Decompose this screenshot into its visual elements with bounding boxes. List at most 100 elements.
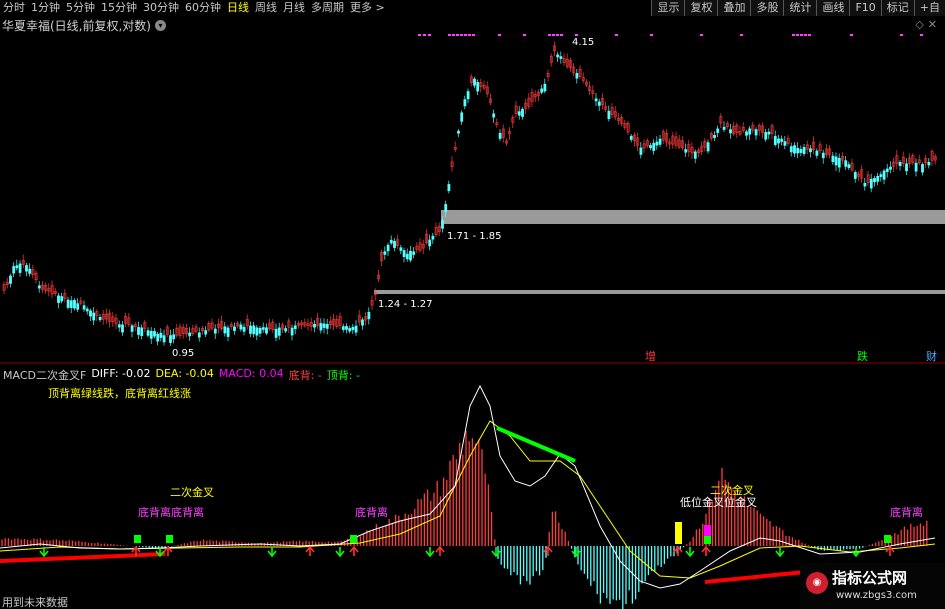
period-tab[interactable]: 更多 >	[347, 0, 388, 16]
signal-block	[134, 535, 141, 543]
candle	[409, 250, 412, 261]
tool-button[interactable]: 标记	[880, 0, 914, 16]
candle	[389, 239, 393, 244]
signal-dot	[700, 34, 703, 36]
candle	[821, 152, 825, 159]
candle	[28, 268, 32, 274]
diff-line	[0, 384, 936, 589]
tag-die[interactable]: 跌	[857, 349, 868, 363]
tag-cai[interactable]: 财	[926, 349, 937, 363]
period-tab[interactable]: 15分钟	[98, 0, 140, 16]
signal-dot	[792, 34, 795, 36]
window-controls[interactable]: ◇✕	[915, 18, 941, 31]
candlestick-series	[2, 41, 937, 346]
candle	[754, 129, 758, 136]
tool-button[interactable]: 多股	[750, 0, 784, 16]
candle	[341, 326, 345, 330]
signal-dot	[498, 34, 501, 36]
label-second-cross: 二次金叉	[710, 483, 754, 497]
tool-button[interactable]: 显示	[651, 0, 685, 16]
tool-button[interactable]: +自	[913, 0, 945, 16]
candle	[783, 141, 787, 146]
price-chart[interactable]: 4.15 0.95 1.71 - 1.85 1.24 - 1.27 增 跌 财	[0, 34, 945, 364]
candle	[556, 54, 560, 58]
candle	[447, 184, 451, 192]
tool-button[interactable]: 复权	[684, 0, 718, 16]
signal-dot	[456, 34, 459, 36]
candle	[885, 168, 889, 172]
watermark-url: www.zbgs3.com	[836, 590, 917, 601]
candle	[748, 128, 752, 135]
period-tab[interactable]: 周线	[252, 0, 280, 16]
resistance-zone-upper	[441, 210, 945, 224]
candle	[905, 163, 908, 172]
dingbei-value: 顶背: -	[326, 369, 360, 382]
period-tab[interactable]: 分时	[0, 0, 28, 16]
signal-dot	[556, 34, 559, 36]
site-logo-icon: ◉	[806, 572, 828, 594]
candle	[18, 263, 22, 273]
candle	[226, 327, 230, 337]
tool-button[interactable]: 画线	[816, 0, 850, 16]
signal-dot	[804, 34, 807, 36]
dropdown-icon[interactable]: ▾	[155, 19, 166, 31]
macd-indicator-name[interactable]: MACD二次金叉F	[3, 367, 86, 383]
close-icon[interactable]: ✕	[928, 18, 941, 31]
tool-button[interactable]: 统计	[783, 0, 817, 16]
candle	[873, 178, 876, 183]
signal-dot	[548, 34, 551, 36]
candle	[66, 299, 70, 308]
candle	[85, 308, 89, 312]
candle	[277, 327, 281, 336]
candle	[197, 332, 201, 338]
period-tab[interactable]: 月线	[280, 0, 308, 16]
candle	[521, 108, 524, 117]
period-tab[interactable]: 1分钟	[28, 0, 63, 16]
candle	[213, 328, 217, 334]
candle	[117, 324, 121, 328]
candle	[172, 334, 176, 340]
candle	[607, 110, 611, 119]
divergence-line-green	[496, 426, 576, 463]
signal-dot	[808, 34, 811, 36]
candle	[393, 240, 396, 248]
toolbar: 分时 1分钟 5分钟 15分钟 30分钟 60分钟 日线 周线 月线 多周期 更多 > 显示 复权 叠加…	[0, 0, 945, 16]
signal-block	[884, 535, 891, 543]
period-tab[interactable]: 60分钟	[182, 0, 224, 16]
resistance-zone-lower	[374, 290, 945, 294]
candle	[239, 324, 243, 330]
candle	[322, 323, 326, 328]
period-tab[interactable]: 30分钟	[140, 0, 182, 16]
candle	[153, 331, 156, 337]
signal-dot	[460, 34, 463, 36]
candle	[713, 135, 716, 138]
candle	[242, 326, 246, 332]
candle	[12, 266, 16, 274]
candle	[517, 111, 521, 116]
period-tab[interactable]: 多周期	[308, 0, 347, 16]
candle	[815, 150, 819, 156]
candle	[284, 328, 288, 332]
signal-dot	[800, 34, 803, 36]
candle	[137, 327, 140, 335]
period-tab[interactable]: 日线	[224, 0, 252, 16]
candle	[789, 146, 793, 153]
tag-zeng[interactable]: 增	[645, 349, 656, 363]
candle	[249, 325, 252, 334]
candle	[159, 332, 163, 338]
tool-button[interactable]: 叠加	[717, 0, 751, 16]
tool-button[interactable]: F10	[849, 0, 881, 16]
candle	[73, 300, 76, 309]
candle	[540, 88, 544, 93]
candle	[399, 247, 403, 251]
arrow-up-icon	[543, 545, 553, 556]
candle	[869, 178, 873, 189]
candle	[15, 265, 19, 269]
zone-upper-label: 1.71 - 1.85	[447, 231, 502, 242]
diamond-icon[interactable]: ◇	[915, 18, 927, 31]
period-tab[interactable]: 5分钟	[63, 0, 98, 16]
candle	[444, 204, 448, 213]
candle	[767, 131, 771, 135]
candle	[405, 253, 409, 260]
candle	[492, 113, 496, 118]
